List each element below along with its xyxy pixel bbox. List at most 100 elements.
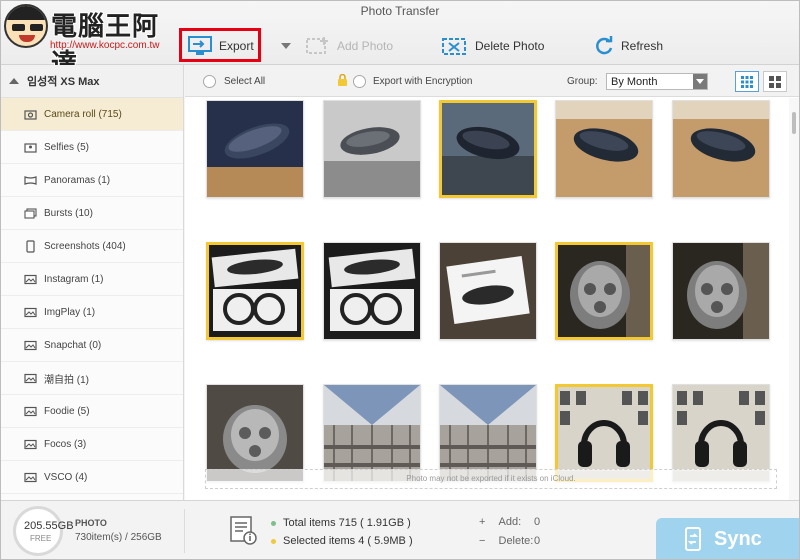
device-header[interactable]: 임성적 XS Max xyxy=(1,65,183,98)
photo-thumbnail[interactable] xyxy=(672,242,770,340)
encryption-label[interactable]: Export with Encryption xyxy=(373,76,473,87)
logo-url: http://www.kocpc.com.tw xyxy=(50,40,160,51)
delete-count: − Delete: 0 xyxy=(479,535,540,547)
select-all-label[interactable]: Select All xyxy=(224,76,265,87)
sidebar-item-label: Panoramas (1) xyxy=(44,174,111,186)
album-icon xyxy=(23,273,37,285)
camera-icon xyxy=(23,108,37,120)
album-icon xyxy=(23,405,37,417)
delete-photo-icon xyxy=(442,38,466,55)
photo-image xyxy=(207,101,303,197)
add-value: 0 xyxy=(534,516,541,528)
grid-large-icon xyxy=(769,75,781,88)
total-items-stat: Total items 715 ( 1.91GB ) xyxy=(271,517,411,529)
select-all-checkbox[interactable] xyxy=(203,75,216,88)
list-view-button[interactable] xyxy=(735,71,759,92)
add-photo-icon xyxy=(306,37,328,54)
sidebar-item-label: VSCO (4) xyxy=(44,471,88,483)
add-photo-button[interactable]: Add Photo xyxy=(305,31,393,61)
sidebar-item[interactable]: Screenshots (404) xyxy=(1,230,183,263)
photo-image xyxy=(207,385,303,481)
phone-icon xyxy=(23,239,37,253)
free-space-value: 205.55GB xyxy=(24,520,74,532)
scrollbar-thumb[interactable] xyxy=(792,112,796,134)
chevron-down-icon[interactable] xyxy=(693,74,707,89)
refresh-label: Refresh xyxy=(621,39,664,53)
photo-thumbnail[interactable] xyxy=(323,384,421,482)
sidebar-item[interactable]: Camera roll (715) xyxy=(1,98,183,131)
sidebar-item[interactable]: Instagram (1) xyxy=(1,263,183,296)
album-icon xyxy=(23,306,37,318)
photo-storage-label: PHOTO xyxy=(75,518,107,528)
toolbar: Photo Transfer 電腦王阿達 http://www.kocpc.co… xyxy=(1,1,799,79)
watermark-logo: 電腦王阿達 http://www.kocpc.com.tw xyxy=(4,4,176,79)
sidebar-item[interactable]: 潮自拍 (1) xyxy=(1,362,183,395)
grid-scrollbar[interactable] xyxy=(789,98,799,500)
sync-label: Sync xyxy=(714,527,762,550)
selected-items-text: Selected items 4 ( 5.9MB ) xyxy=(283,535,413,547)
delete-photo-button[interactable]: Delete Photo xyxy=(441,31,544,61)
refresh-button[interactable]: Refresh xyxy=(593,31,663,61)
plus-icon: + xyxy=(479,516,486,528)
delete-label: Delete: xyxy=(498,535,534,547)
delete-value: 0 xyxy=(534,535,541,547)
photo-thumbnail[interactable] xyxy=(206,100,304,198)
photo-thumbnail[interactable] xyxy=(555,100,653,198)
photo-thumbnail[interactable] xyxy=(672,100,770,198)
photo-storage-stat: 730item(s) / 256GB xyxy=(75,532,162,543)
photo-thumbnail[interactable] xyxy=(672,384,770,482)
sidebar-item[interactable]: Snapchat (0) xyxy=(1,329,183,362)
photo-image xyxy=(324,101,420,197)
sync-button[interactable]: Sync xyxy=(656,518,799,559)
photo-thumbnail[interactable] xyxy=(206,384,304,482)
photo-image xyxy=(440,243,536,339)
delete-photo-label: Delete Photo xyxy=(475,39,545,53)
photo-image xyxy=(558,387,650,479)
add-photo-label: Add Photo xyxy=(337,39,394,53)
logo-face-icon xyxy=(4,4,48,48)
photo-thumbnail[interactable] xyxy=(439,242,537,340)
sidebar-item-label: Bursts (10) xyxy=(44,207,93,219)
grid-view-button[interactable] xyxy=(763,71,787,92)
photo-image xyxy=(673,385,769,481)
photo-thumbnail[interactable] xyxy=(206,242,304,340)
sidebar-item[interactable]: Selfies (5) xyxy=(1,131,183,164)
photo-thumbnail[interactable] xyxy=(439,100,537,198)
sidebar-item-label: Instagram (1) xyxy=(44,273,104,285)
group-select-value: By Month xyxy=(611,76,658,88)
sidebar-item-label: Selfies (5) xyxy=(44,141,90,153)
sidebar-item[interactable]: ImgPlay (1) xyxy=(1,296,183,329)
panorama-icon xyxy=(23,174,37,186)
photo-thumbnail[interactable] xyxy=(323,100,421,198)
free-space-label: FREE xyxy=(30,534,52,543)
photo-transfer-window: Photo Transfer 電腦王阿達 http://www.kocpc.co… xyxy=(0,0,800,560)
photo-thumbnail[interactable] xyxy=(555,242,653,340)
group-select[interactable]: By Month xyxy=(606,73,708,90)
photo-image xyxy=(324,243,420,339)
sidebar-item[interactable]: VSCO (4) xyxy=(1,461,183,494)
sidebar-item[interactable]: Foodie (5) xyxy=(1,395,183,428)
selfie-icon xyxy=(23,141,37,153)
grid-small-icon xyxy=(741,75,753,88)
selection-bar: Select All Export with Encryption Group:… xyxy=(185,65,799,97)
photo-thumbnail[interactable] xyxy=(323,242,421,340)
device-name: 임성적 XS Max xyxy=(27,76,100,88)
photo-thumbnail[interactable] xyxy=(439,384,537,482)
sidebar-item[interactable]: Focos (3) xyxy=(1,428,183,461)
minus-icon: − xyxy=(479,535,486,547)
encryption-checkbox[interactable] xyxy=(353,75,366,88)
sidebar-item[interactable]: Bursts (10) xyxy=(1,197,183,230)
sidebar-item[interactable]: Panoramas (1) xyxy=(1,164,183,197)
album-icon xyxy=(23,438,37,450)
icloud-notice: Photo may not be exported if it exists o… xyxy=(205,469,777,489)
photo-image xyxy=(673,101,769,197)
sidebar-item-label: 潮自拍 (1) xyxy=(44,374,89,386)
photo-thumbnail[interactable] xyxy=(555,384,653,482)
album-icon xyxy=(23,471,37,483)
collapse-triangle-icon[interactable] xyxy=(9,78,19,84)
photo-image xyxy=(673,243,769,339)
sidebar-item-label: Foodie (5) xyxy=(44,405,90,417)
export-dropdown-icon[interactable] xyxy=(281,43,291,49)
footer-divider xyxy=(184,509,185,553)
album-icon xyxy=(23,339,37,351)
